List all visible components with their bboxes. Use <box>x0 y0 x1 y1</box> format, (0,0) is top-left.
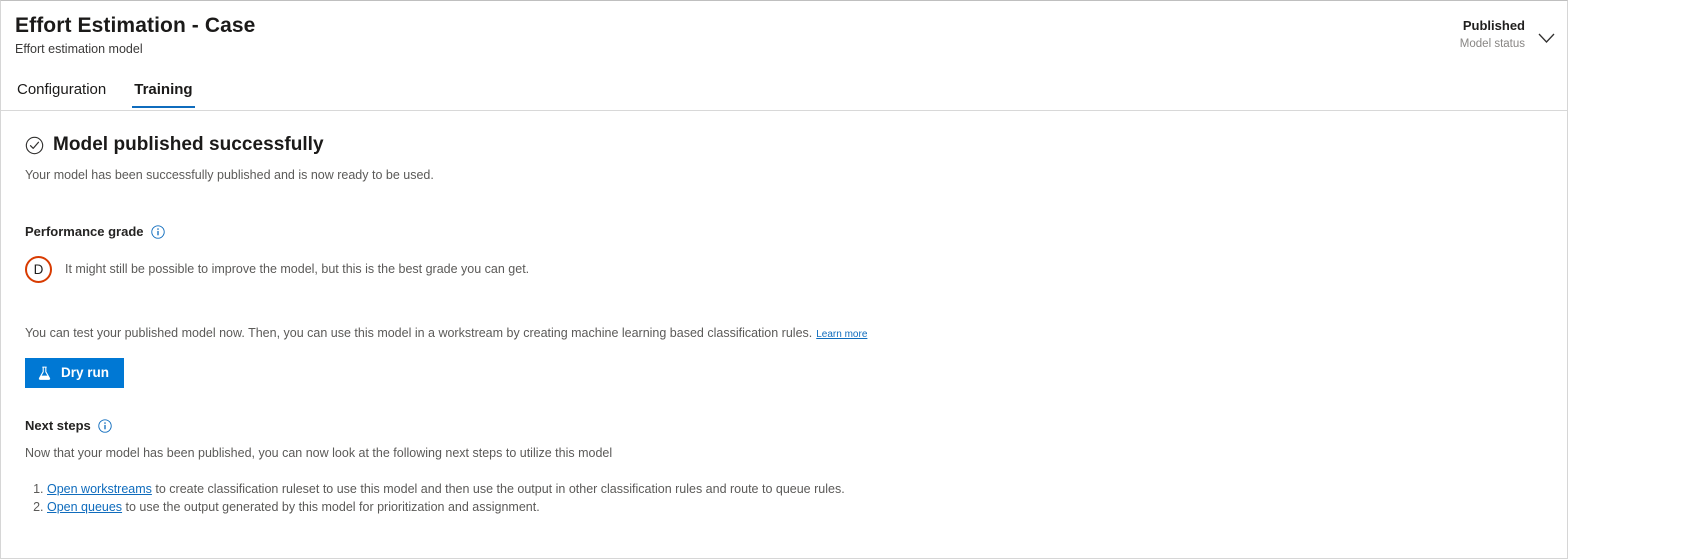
page-header: Effort Estimation - Case Effort estimati… <box>1 1 1567 111</box>
training-content: Model published successfully Your model … <box>1 111 1567 558</box>
tab-configuration[interactable]: Configuration <box>15 74 108 110</box>
success-banner: Model published successfully <box>25 133 1553 157</box>
next-steps-label: Next steps <box>25 418 91 433</box>
page-title: Effort Estimation - Case <box>15 14 256 37</box>
open-queues-link[interactable]: Open queues <box>47 500 122 514</box>
test-model-text-row: You can test your published model now. T… <box>25 325 1553 343</box>
list-item: Open queues to use the output generated … <box>47 498 1553 516</box>
next-steps-subtitle: Now that your model has been published, … <box>25 446 613 460</box>
success-title: Model published successfully <box>53 134 324 155</box>
performance-grade-heading: Performance grade <box>25 223 1553 241</box>
tab-training-label: Training <box>134 81 193 98</box>
status-label: Model status <box>1459 38 1525 50</box>
status-badge: Published <box>1462 18 1525 33</box>
test-model-text: You can test your published model now. T… <box>25 326 813 340</box>
step-1-text: to create classification ruleset to use … <box>151 482 845 496</box>
flask-icon <box>38 366 51 380</box>
info-icon[interactable] <box>98 419 112 433</box>
model-training-page: Effort Estimation - Case Effort estimati… <box>0 0 1568 559</box>
check-circle-icon <box>25 136 44 154</box>
model-status-block: Published Model status <box>1460 17 1525 52</box>
performance-grade-row: D It might still be possible to improve … <box>25 256 1553 283</box>
next-steps-list: Open workstreams to create classificatio… <box>25 480 1553 516</box>
success-subtitle: Your model has been successfully publish… <box>25 168 434 182</box>
learn-more-link[interactable]: Learn more <box>816 329 867 340</box>
tab-configuration-label: Configuration <box>17 81 107 98</box>
performance-grade-label: Performance grade <box>25 224 144 239</box>
title-block: Effort Estimation - Case Effort estimati… <box>15 13 255 58</box>
tab-training[interactable]: Training <box>132 74 195 110</box>
dry-run-button[interactable]: Dry run <box>25 358 125 388</box>
open-workstreams-link[interactable]: Open workstreams <box>47 482 152 496</box>
next-steps-heading: Next steps <box>25 417 1553 435</box>
dry-run-label: Dry run <box>61 365 110 381</box>
step-2-text: to use the output generated by this mode… <box>122 500 540 514</box>
tab-list: Configuration Training <box>15 74 195 110</box>
grade-badge: D <box>25 256 52 283</box>
page-subtitle: Effort estimation model <box>15 42 143 56</box>
chevron-down-icon[interactable] <box>1533 25 1559 51</box>
info-icon[interactable] <box>150 225 165 239</box>
grade-description: It might still be possible to improve th… <box>65 262 530 276</box>
list-item: Open workstreams to create classificatio… <box>47 480 1553 498</box>
